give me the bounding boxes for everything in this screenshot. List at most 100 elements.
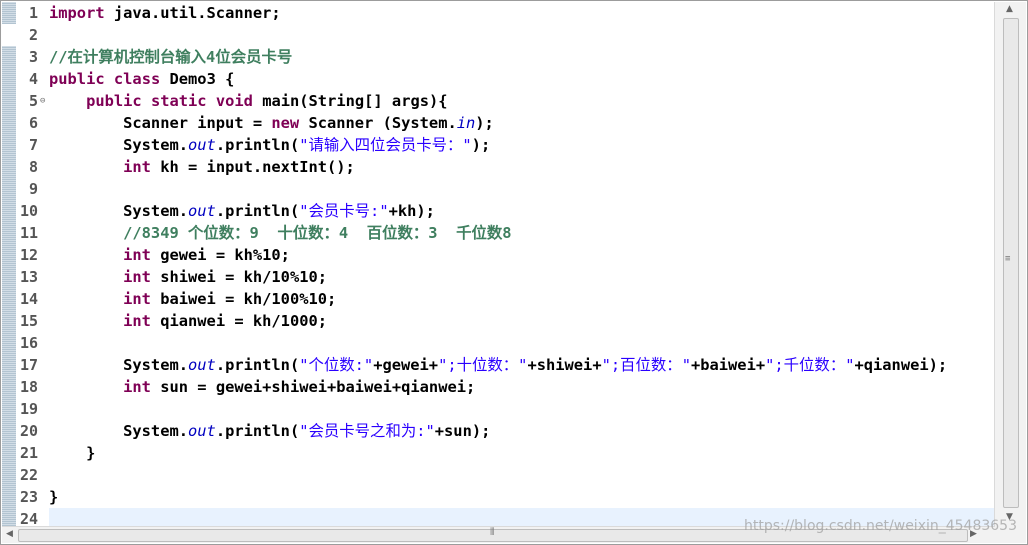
line-number: 7 xyxy=(28,136,38,154)
scroll-grip-icon: ⦀ xyxy=(490,527,495,538)
code-line-10: System.out.println("会员卡号:"+kh); xyxy=(49,200,435,222)
code-text: +kh); xyxy=(388,202,435,220)
code-line-6: Scanner input = new Scanner (System.in); xyxy=(49,112,494,134)
code-text: .println( xyxy=(215,202,300,220)
line-number: 17 xyxy=(19,356,38,374)
code-line-3: //在计算机控制台输入4位会员卡号 xyxy=(49,48,293,66)
fold-collapse-icon[interactable]: ⊖ xyxy=(40,97,48,106)
code-line-12: int gewei = kh%10; xyxy=(49,244,290,266)
code-line-14: int baiwei = kh/100%10; xyxy=(49,288,336,310)
keyword: public xyxy=(49,70,105,88)
line-number: 6 xyxy=(28,114,38,132)
code-text: +gewei+ xyxy=(373,356,439,374)
line-number: 16 xyxy=(19,334,38,352)
string-literal: "会员卡号:" xyxy=(299,202,389,220)
line-number: 4 xyxy=(28,70,38,88)
line-number: 20 xyxy=(19,422,38,440)
code-text: baiwei = kh/100%10; xyxy=(150,290,337,308)
code-text: System. xyxy=(49,356,188,374)
string-literal: "会员卡号之和为:" xyxy=(299,422,435,440)
keyword: new xyxy=(271,114,300,132)
keyword: int xyxy=(123,246,151,264)
code-line-21: } xyxy=(49,444,96,462)
quick-diff-bar xyxy=(2,2,16,528)
line-number: 1 xyxy=(28,4,38,22)
code-text: +baiwei+ xyxy=(690,356,766,374)
code-line-17: System.out.println("个位数:"+gewei+";十位数：" +… xyxy=(49,354,947,376)
code-line-4: public class Demo3 { xyxy=(49,68,234,90)
code-text: Scanner input = xyxy=(49,114,272,132)
vertical-scrollbar[interactable]: ▲ ≡ ▼ xyxy=(994,2,1026,528)
code-text: gewei = kh%10; xyxy=(150,246,290,264)
code-text: System. xyxy=(49,136,188,154)
keyword: int xyxy=(123,268,151,286)
code-line-8: int kh = input.nextInt(); xyxy=(49,156,355,178)
keyword: class xyxy=(113,70,161,88)
code-text: System. xyxy=(49,422,188,440)
code-text: main(String[] args){ xyxy=(252,92,448,110)
line-number: 3 xyxy=(28,48,38,66)
line-number: 5 xyxy=(28,92,38,110)
code-text: ); xyxy=(475,114,494,132)
code-text: kh = input.nextInt(); xyxy=(150,158,355,176)
code-text: .println( xyxy=(215,136,300,154)
string-literal: ";十位数：" xyxy=(438,356,528,374)
line-number-ruler: 1 2 3 4 5 ⊖ 6 7 8 9 10 11 12 13 14 15 16… xyxy=(16,2,48,528)
code-line-13: int shiwei = kh/10%10; xyxy=(49,266,327,288)
code-text-area[interactable]: import java.util.Scanner; //在计算机控制台输入4位会… xyxy=(49,2,995,528)
string-literal: "请输入四位会员卡号：" xyxy=(299,136,472,154)
line-number: 2 xyxy=(28,26,38,44)
code-text: +sun); xyxy=(434,422,491,440)
line-number: 18 xyxy=(19,378,38,396)
line-number: 23 xyxy=(19,488,38,506)
keyword: public xyxy=(86,92,142,110)
keyword: int xyxy=(123,158,151,176)
code-line-18: int sun = gewei+shiwei+baiwei+qianwei; xyxy=(49,376,475,398)
code-line-7: System.out.println("请输入四位会员卡号："); xyxy=(49,134,490,156)
scroll-left-arrow-icon[interactable]: ◀ xyxy=(6,529,13,539)
string-literal: ";千位数：" xyxy=(765,356,855,374)
line-number: 15 xyxy=(19,312,38,330)
line-number: 10 xyxy=(19,202,38,220)
code-line-1: import java.util.Scanner; xyxy=(49,2,281,24)
code-text: ); xyxy=(471,136,491,154)
keyword: int xyxy=(123,378,151,396)
code-text: +qianwei); xyxy=(854,356,948,374)
static-field: out xyxy=(188,422,216,440)
string-literal: ";百位数：" xyxy=(601,356,691,374)
static-field: in xyxy=(456,114,476,132)
keyword: static xyxy=(150,92,207,110)
code-editor[interactable]: 1 2 3 4 5 ⊖ 6 7 8 9 10 11 12 13 14 15 16… xyxy=(0,0,1028,545)
line-number: 19 xyxy=(19,400,38,418)
line-number: 14 xyxy=(19,290,38,308)
static-field: out xyxy=(188,356,216,374)
static-field: out xyxy=(188,202,216,220)
code-line-11: //8349 个位数：9 十位数：4 百位数：3 千位数8 xyxy=(49,224,512,242)
code-text: java.util.Scanner; xyxy=(104,4,281,22)
static-field: out xyxy=(188,136,216,154)
line-number: 12 xyxy=(19,246,38,264)
keyword: int xyxy=(123,312,151,330)
code-line-23: } xyxy=(49,488,59,506)
watermark: https://blog.csdn.net/weixin_45483653 xyxy=(743,518,1017,534)
code-text: .println( xyxy=(215,356,300,374)
code-line-15: int qianwei = kh/1000; xyxy=(49,310,327,332)
line-number: 22 xyxy=(19,466,38,484)
code-line-20: System.out.println("会员卡号之和为:"+sun); xyxy=(49,420,490,442)
line-number: 13 xyxy=(19,268,38,286)
code-text: qianwei = kh/1000; xyxy=(150,312,328,330)
scroll-up-arrow-icon[interactable]: ▲ xyxy=(1006,4,1013,14)
code-line-5: public static void main(String[] args){ xyxy=(49,90,448,112)
code-text: sun = gewei+shiwei+baiwei+qianwei; xyxy=(150,378,476,396)
keyword: import xyxy=(49,4,105,22)
line-number: 21 xyxy=(19,444,38,462)
keyword: void xyxy=(215,92,253,110)
code-text: shiwei = kh/10%10; xyxy=(150,268,328,286)
code-text: Demo3 { xyxy=(160,70,235,88)
line-number: 11 xyxy=(19,224,38,242)
code-text: Scanner (System. xyxy=(299,114,457,132)
line-number: 8 xyxy=(28,158,38,176)
string-literal: "个位数:" xyxy=(299,356,374,374)
code-text: System. xyxy=(49,202,188,220)
